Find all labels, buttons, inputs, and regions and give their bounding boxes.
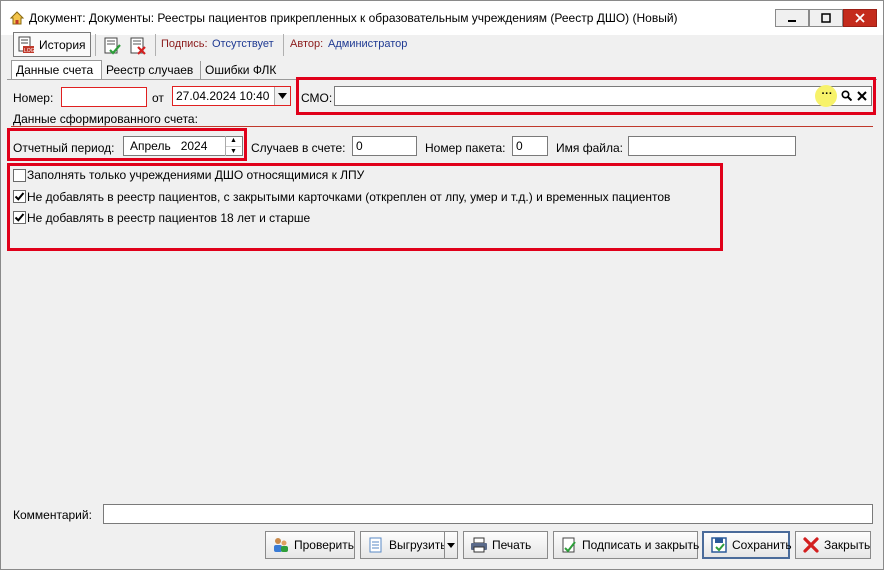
from-label: от <box>152 91 164 105</box>
tab-flk-errors[interactable]: Ошибки ФЛК <box>201 61 283 80</box>
period-label: Отчетный период: <box>13 141 115 155</box>
checkbox-only-dsho-label: Заполнять только учреждениями ДШО относя… <box>27 168 365 182</box>
chevron-down-icon <box>278 93 287 99</box>
print-button-label: Печать <box>492 538 532 552</box>
minimize-icon <box>788 20 796 22</box>
comment-label: Комментарий: <box>13 508 92 522</box>
close-window-button[interactable] <box>843 9 877 27</box>
clear-x-icon <box>857 90 867 101</box>
period-spinner[interactable]: ▲ ▼ <box>225 136 241 156</box>
signature-value: Отсутствует <box>212 38 274 50</box>
close-button[interactable]: Закрыть <box>795 531 871 559</box>
red-x-icon <box>802 536 820 554</box>
checkmark-icon <box>14 192 25 201</box>
save-icon <box>710 536 728 554</box>
author-label: Автор: <box>290 38 324 50</box>
checkbox-exclude-adults-label: Не добавлять в реестр пациентов 18 лет и… <box>27 211 311 225</box>
history-log-icon: LOG <box>18 36 35 54</box>
filename-label: Имя файла: <box>556 141 623 155</box>
history-button[interactable]: LOG История <box>13 32 91 57</box>
checkbox-exclude-closed[interactable] <box>13 190 26 203</box>
toolbar-separator <box>95 34 96 56</box>
packet-label: Номер пакета: <box>425 141 506 155</box>
tab-cases-registry[interactable]: Реестр случаев <box>102 61 201 80</box>
svg-text:LOG: LOG <box>24 48 35 54</box>
print-button[interactable]: Печать <box>463 531 548 559</box>
date-dropdown-button[interactable] <box>274 87 290 105</box>
date-value: 27.04.2024 10:40 <box>176 89 270 103</box>
cases-input[interactable]: 0 <box>352 136 417 156</box>
section-divider <box>11 126 873 127</box>
checkmark-icon <box>14 213 25 222</box>
export-dropdown-button[interactable] <box>444 531 458 559</box>
checklist-approve-icon <box>104 37 121 55</box>
smo-input[interactable] <box>334 86 872 106</box>
number-label: Номер: <box>13 91 54 105</box>
comment-input[interactable] <box>103 504 873 524</box>
author-value: Администратор <box>328 38 408 50</box>
smo-clear-button[interactable] <box>855 88 869 103</box>
sign-close-button[interactable]: Подписать и закрыть <box>553 531 700 559</box>
spin-down-icon[interactable]: ▼ <box>226 147 241 157</box>
filename-input[interactable] <box>628 136 796 156</box>
packet-input[interactable]: 0 <box>512 136 548 156</box>
title-bar: Документ: Документы: Реестры пациентов п… <box>1 1 883 35</box>
checklist-reject-icon <box>130 37 146 55</box>
search-icon <box>840 90 852 101</box>
history-label: История <box>39 37 86 52</box>
smo-label: СМО: <box>301 91 333 105</box>
toolbar-separator <box>283 34 284 56</box>
save-button[interactable]: Сохранить <box>702 531 792 559</box>
document-window: Документ: Документы: Реестры пациентов п… <box>0 0 884 570</box>
export-button-label: Выгрузить <box>389 538 447 552</box>
minimize-button[interactable] <box>775 9 809 27</box>
spin-up-icon[interactable]: ▲ <box>226 136 241 147</box>
checkbox-exclude-closed-label: Не добавлять в реестр пациентов, с закры… <box>27 190 671 204</box>
smo-search-button[interactable] <box>839 88 853 103</box>
toolbar: LOG История Подпись: Отсутствует Автор: … <box>7 31 877 57</box>
number-input[interactable] <box>61 87 147 107</box>
reject-button[interactable] <box>127 33 149 59</box>
check-button[interactable]: Проверить <box>265 531 355 559</box>
cases-label: Случаев в счете: <box>251 141 346 155</box>
toolbar-separator <box>155 34 156 56</box>
save-button-label: Сохранить <box>732 538 792 552</box>
sign-close-button-label: Подписать и закрыть <box>582 538 700 552</box>
close-icon <box>855 13 865 23</box>
checkbox-exclude-adults[interactable] <box>13 211 26 224</box>
close-button-label: Закрыть <box>824 538 871 552</box>
signature-label: Подпись: <box>161 38 208 50</box>
house-icon <box>9 11 25 25</box>
section-title: Данные сформированного счета: <box>13 112 198 126</box>
window-title: Документ: Документы: Реестры пациентов п… <box>29 11 678 25</box>
maximize-icon <box>821 13 831 23</box>
checkbox-only-dsho[interactable] <box>13 169 26 182</box>
chevron-down-icon <box>447 542 455 548</box>
check-button-label: Проверить <box>294 538 355 552</box>
export-button[interactable]: Выгрузить <box>360 531 447 559</box>
export-doc-icon <box>367 536 385 554</box>
approve-button[interactable] <box>101 33 123 59</box>
printer-icon <box>470 536 488 554</box>
tab-account-data[interactable]: Данные счета <box>11 60 102 80</box>
sign-document-icon <box>560 536 578 554</box>
people-check-icon <box>272 536 290 554</box>
maximize-button[interactable] <box>809 9 843 27</box>
ellipsis-icon: ··· <box>821 88 833 100</box>
period-value: Апрель 2024 <box>130 139 208 153</box>
smo-ellipsis-button[interactable]: ··· <box>819 89 835 103</box>
